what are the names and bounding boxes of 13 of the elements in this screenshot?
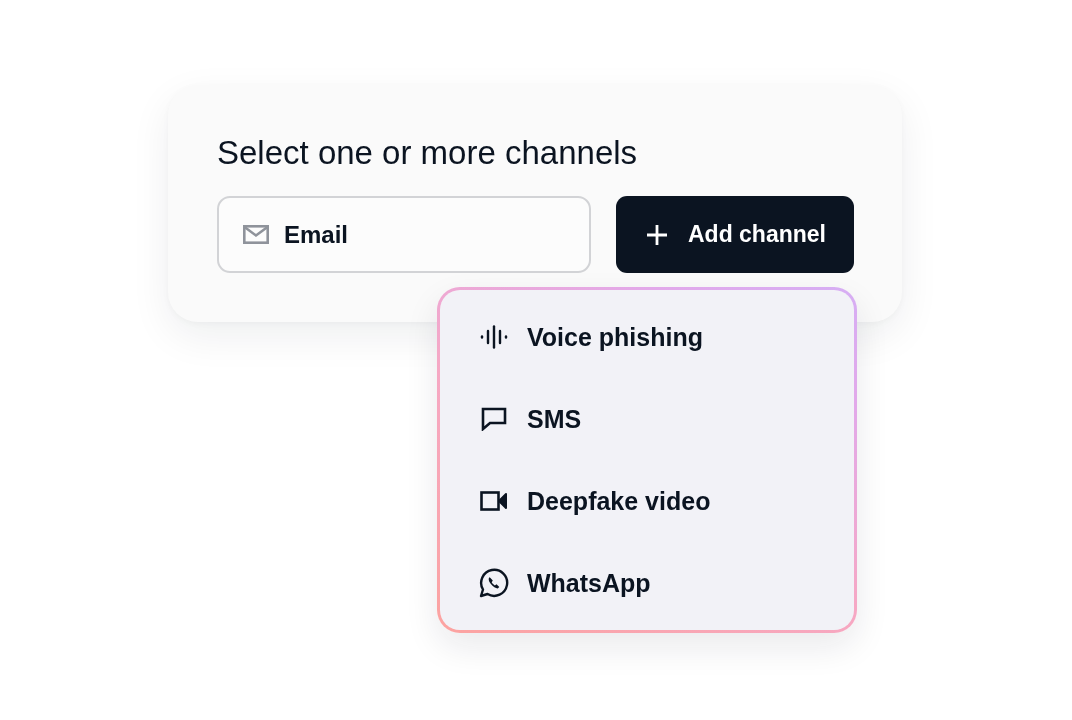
menu-item[interactable]: WhatsApp	[440, 542, 854, 624]
add-channel-button[interactable]: Add channel	[616, 196, 854, 273]
whatsapp-icon	[479, 568, 509, 598]
menu-item[interactable]: Voice phishing	[440, 296, 854, 378]
card-title: Select one or more channels	[217, 134, 638, 172]
menu-item[interactable]: Deepfake video	[440, 460, 854, 542]
plus-icon	[646, 223, 668, 246]
mail-icon	[243, 225, 269, 244]
speech-bubble-icon	[481, 407, 507, 431]
video-camera-icon	[480, 490, 508, 512]
waveform-icon	[480, 325, 508, 349]
menu-item[interactable]: SMS	[440, 378, 854, 460]
channel-field[interactable]: Email	[217, 196, 591, 273]
